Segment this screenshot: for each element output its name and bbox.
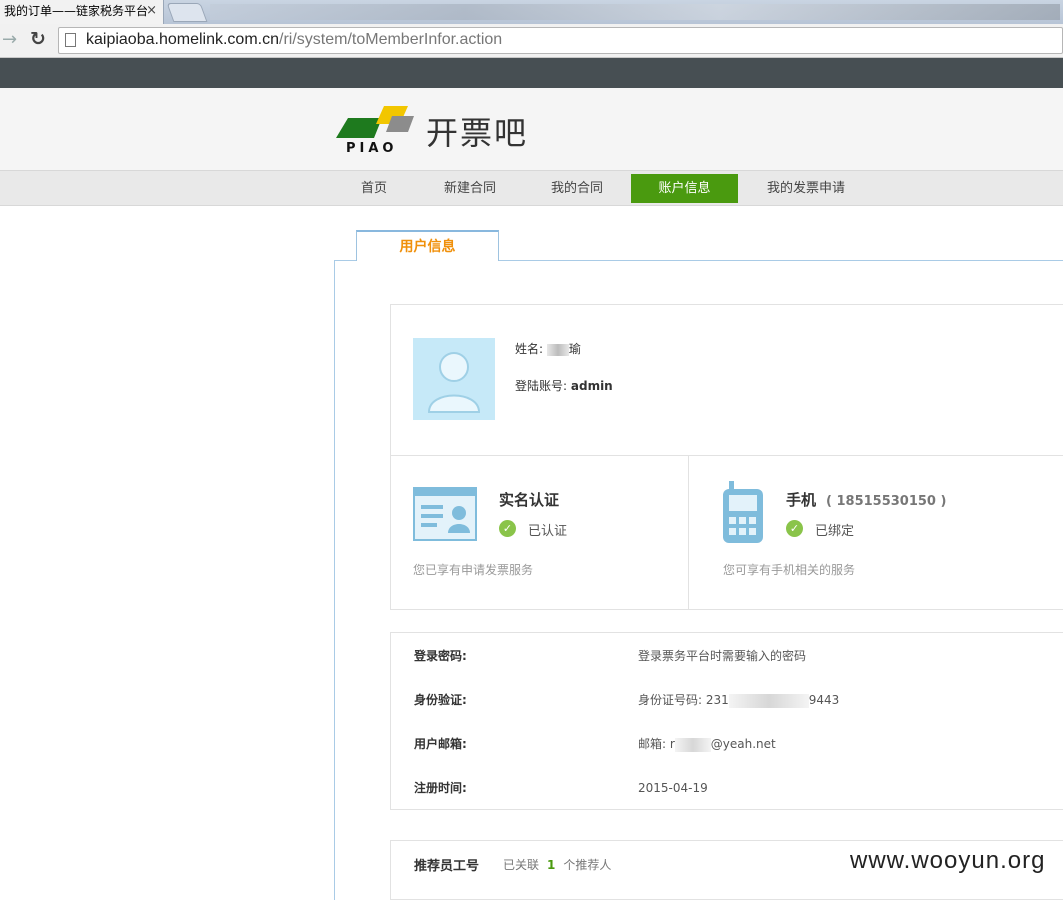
phone-status: 已绑定 [815,524,855,539]
nav-item-new-contract[interactable]: 新建合同 [425,174,515,203]
identity-suffix: 9443 [808,693,840,707]
url-input[interactable]: kaipiaoba.homelink.com.cn/ri/system/toMe… [58,27,1063,54]
browser-address-bar: → ↻ kaipiaoba.homelink.com.cn/ri/system/… [0,24,1063,58]
divider [688,455,689,610]
tab-close-icon[interactable]: × [146,0,157,22]
identity-prefix: 身份证号码: 231 [638,693,729,707]
email-label: 用户邮箱: [414,737,467,751]
account-field: 登陆账号: admin [515,377,613,394]
referrer-prefix: 已关联 [503,858,540,872]
top-dark-bar [0,58,1063,88]
referrer-label: 推荐员工号 [414,859,480,874]
check-icon: ✓ [499,520,516,537]
profile-card: 姓名: 瑜 登陆账号: admin 实名认证 ✓ 已认证 您已享有申请发票服务 … [390,304,1063,610]
name-value: 瑜 [568,342,581,356]
name-redaction [546,343,569,356]
name-field: 姓名: 瑜 [515,340,581,357]
logo-wordmark: PIAO [346,141,397,154]
new-tab-button[interactable] [166,3,208,22]
registered-value: 2015-04-19 [638,781,708,795]
info-row-identity: 身份验证: 身份证号码: 231 9443 [391,678,1063,722]
nav-item-my-contracts[interactable]: 我的合同 [530,174,624,203]
info-row-email: 用户邮箱: 邮箱: r @yeah.net [391,722,1063,766]
identity-label: 身份验证: [414,693,467,707]
id-card-icon [413,487,477,541]
divider [391,455,1063,456]
realname-status: 已认证 [528,524,568,539]
tab-user-info[interactable]: 用户信息 [356,230,499,261]
page-icon [65,33,76,47]
referrer-text: 已关联 1 个推荐人 [503,856,611,873]
email-suffix: @yeah.net [710,737,776,751]
identity-value: 身份证号码: 231 9443 [638,678,839,722]
url-text: kaipiaoba.homelink.com.cn/ri/system/toMe… [86,31,502,49]
account-label: 登陆账号: [515,379,568,393]
name-label: 姓名: [515,342,544,356]
info-row-registered: 注册时间: 2015-04-19 [391,766,1063,810]
avatar [413,338,495,420]
realname-title: 实名认证 [499,491,560,509]
forward-arrow-icon[interactable]: → [2,29,17,50]
account-value: admin [570,379,613,393]
blurred-tab-area [210,4,1060,20]
phone-hint: 您可享有手机相关的服务 [723,563,856,577]
url-path: /ri/system/toMemberInfor.action [279,31,503,48]
nav-item-my-invoice-requests[interactable]: 我的发票申请 [752,174,860,203]
registered-label: 注册时间: [414,781,467,795]
email-value: 邮箱: r @yeah.net [638,722,776,766]
password-label: 登录密码: [414,649,467,663]
referrer-count: 1 [547,858,556,872]
browser-tab-title: 我的订单——链家税务平台 [4,4,149,18]
phone-title-row: 手机 ( 18515530150 ) [786,489,946,510]
account-info-card: 登录密码: 登录票务平台时需要输入的密码 身份验证: 身份证号码: 231 944… [390,632,1063,810]
browser-tab[interactable]: 我的订单——链家税务平台 × [0,0,164,24]
check-icon: ✓ [786,520,803,537]
info-row-password: 登录密码: 登录票务平台时需要输入的密码 [391,634,1063,678]
nav-item-home[interactable]: 首页 [337,174,411,203]
watermark: www.wooyun.org [850,847,1046,874]
email-redaction [674,737,711,752]
phone-number: ( 18515530150 ) [826,494,947,509]
phone-title: 手机 [786,491,817,509]
identity-redaction [728,693,809,708]
email-prefix: 邮箱: r [638,737,675,751]
realname-hint: 您已享有申请发票服务 [413,563,534,577]
password-value: 登录票务平台时需要输入的密码 [638,649,807,663]
logo-icon[interactable]: PIAO [334,104,414,154]
phone-icon [723,481,763,543]
main-nav: 首页 新建合同 我的合同 账户信息 我的发票申请 [0,170,1063,206]
browser-tab-bar: 我的订单——链家税务平台 × [0,0,1063,24]
nav-item-account-info[interactable]: 账户信息 [631,174,738,203]
site-header: PIAO 开票吧 [0,88,1063,170]
url-host: kaipiaoba.homelink.com.cn [86,31,279,48]
site-logo-text[interactable]: 开票吧 [426,108,528,154]
reload-icon[interactable]: ↻ [30,28,46,50]
referrer-suffix: 个推荐人 [563,858,612,872]
